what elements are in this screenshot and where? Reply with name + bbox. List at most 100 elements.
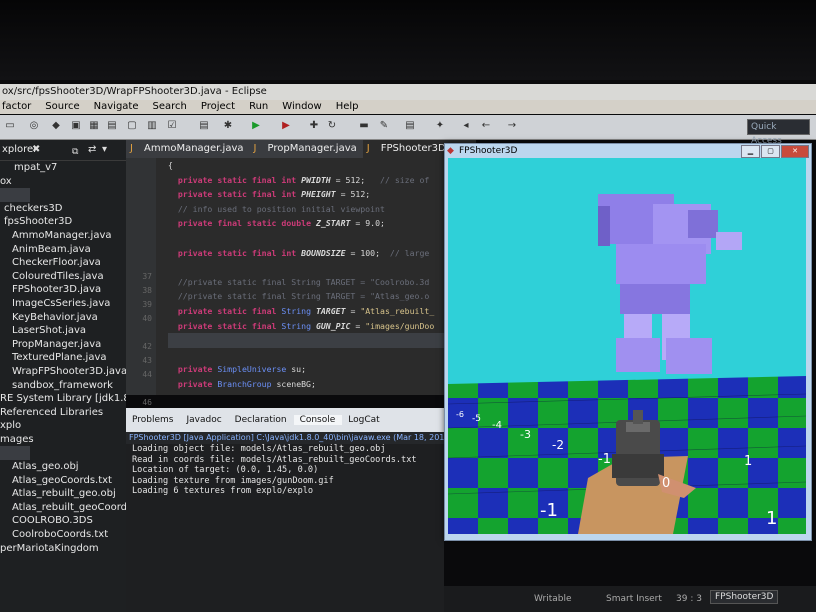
file-icon[interactable]: ▤: [198, 120, 210, 132]
tab-problems[interactable]: Problems: [126, 415, 180, 425]
menu-run[interactable]: Run: [249, 100, 268, 114]
code-line[interactable]: [168, 348, 444, 363]
explorer-item[interactable]: perMariotaKingdom: [0, 542, 126, 556]
explorer-item[interactable]: AmmoManager.java: [0, 229, 126, 243]
collapse-all-icon[interactable]: ⧉: [72, 142, 78, 162]
back-arrow-icon[interactable]: ←: [480, 120, 492, 132]
explorer-item[interactable]: xplo: [0, 419, 126, 433]
task-icon[interactable]: ☑: [166, 120, 178, 132]
floor-label: -3: [520, 428, 531, 441]
code-line[interactable]: private SimpleUniverse su;: [168, 362, 444, 377]
explorer-item[interactable]: mages: [0, 433, 126, 447]
external-tools-icon[interactable]: ▶: [280, 120, 292, 132]
save-icon[interactable]: ▭: [4, 120, 16, 132]
game-3d-canvas[interactable]: -6 -5 -4 -3 -2 -1 0 1 -1 1: [448, 158, 806, 534]
edit-icon[interactable]: ✎: [378, 120, 390, 132]
link-editor-icon[interactable]: ⇄: [88, 140, 96, 160]
open-folder-icon[interactable]: ▬: [358, 120, 370, 132]
tab-console[interactable]: Console: [293, 415, 343, 425]
device-icon[interactable]: ▥: [146, 120, 158, 132]
menu-project[interactable]: Project: [201, 100, 235, 114]
code-line[interactable]: // info used to position initial viewpoi…: [168, 202, 444, 217]
code-line[interactable]: private static final int BOUNDSIZE = 100…: [168, 246, 444, 261]
grid-icon[interactable]: ▦: [88, 120, 100, 132]
tab-logcat[interactable]: LogCat: [342, 415, 386, 425]
annotation-icon[interactable]: ✦: [434, 120, 446, 132]
code-line[interactable]: private static final String GUN_PIC = "i…: [168, 319, 444, 334]
sdk-icon[interactable]: ▣: [70, 120, 82, 132]
floor-label: 1: [744, 454, 753, 469]
explorer-tab[interactable]: xplorer ✖ ⧉ ⇄ ▾: [0, 140, 126, 161]
code-line[interactable]: private final static double Z_START = 9.…: [168, 216, 444, 231]
explorer-item[interactable]: Atlas_geo.obj: [0, 460, 126, 474]
quick-access-input[interactable]: Quick Access: [747, 119, 810, 146]
explorer-item[interactable]: FPShooter3D.java: [0, 283, 126, 297]
line-number-gutter: 373839404243444648: [126, 158, 156, 435]
settings-icon[interactable]: ◎: [28, 120, 40, 132]
explorer-item[interactable]: RE System Library [jdk1.8.0_40: [0, 392, 126, 406]
explorer-item[interactable]: Atlas_rebuilt_geoCoords.txt: [0, 501, 126, 515]
document-icon[interactable]: ▤: [404, 120, 416, 132]
explorer-item[interactable]: [0, 188, 30, 202]
code-line[interactable]: //private static final String TARGET = "…: [168, 289, 444, 304]
explorer-item[interactable]: KeyBehavior.java: [0, 311, 126, 325]
explorer-item[interactable]: TexturedPlane.java: [0, 351, 126, 365]
tab-javadoc[interactable]: Javadoc: [180, 415, 228, 425]
menu-navigate[interactable]: Navigate: [94, 100, 139, 114]
tab-ammomanager[interactable]: J AmmoManager.java: [126, 140, 250, 158]
menu-source[interactable]: Source: [45, 100, 79, 114]
menu-search[interactable]: Search: [153, 100, 187, 114]
run-icon[interactable]: ▶: [250, 120, 262, 132]
new-icon[interactable]: ▢: [126, 120, 138, 132]
explorer-item[interactable]: CheckerFloor.java: [0, 256, 126, 270]
explorer-item[interactable]: ColouredTiles.java: [0, 270, 126, 284]
back-icon[interactable]: ◂: [460, 120, 472, 132]
android-icon[interactable]: ◆: [50, 120, 62, 132]
new-class-icon[interactable]: ✚: [308, 120, 320, 132]
refresh-icon[interactable]: ↻: [326, 120, 338, 132]
explorer-item[interactable]: ox: [0, 175, 126, 189]
code-line[interactable]: [168, 231, 444, 246]
explorer-item[interactable]: ImageCsSeries.java: [0, 297, 126, 311]
close-icon[interactable]: ✕: [781, 145, 809, 158]
code-line[interactable]: [168, 260, 444, 275]
explorer-item[interactable]: WrapFPShooter3D.java: [0, 365, 126, 379]
debug-icon[interactable]: ✱: [222, 120, 234, 132]
taskbar-fpshooter3d[interactable]: FPShooter3D: [710, 590, 779, 604]
code-line[interactable]: private static final int PWIDTH = 512; /…: [168, 173, 444, 188]
package-icon[interactable]: ▤: [106, 120, 118, 132]
code-line[interactable]: {: [168, 158, 444, 173]
explorer-item[interactable]: fpsShooter3D: [0, 215, 126, 229]
menu-refactor[interactable]: factor: [2, 100, 31, 114]
forward-arrow-icon[interactable]: →: [506, 120, 518, 132]
tab-declaration[interactable]: Declaration: [229, 415, 294, 425]
code-line[interactable]: [168, 333, 444, 348]
explorer-item[interactable]: CoolroboCoords.txt: [0, 528, 126, 542]
explorer-item[interactable]: COOLROBO.3DS: [0, 514, 126, 528]
explorer-item[interactable]: Atlas_rebuilt_geo.obj: [0, 487, 126, 501]
explorer-item[interactable]: [0, 446, 30, 461]
explorer-item[interactable]: checkers3D: [0, 202, 126, 216]
code-text[interactable]: { private static final int PWIDTH = 512;…: [168, 158, 444, 395]
code-line[interactable]: private static final String TARGET = "At…: [168, 304, 444, 319]
explorer-item[interactable]: sandbox_framework: [0, 379, 126, 393]
close-icon[interactable]: ✖: [32, 140, 40, 160]
code-line[interactable]: private BranchGroup sceneBG;: [168, 377, 444, 392]
maximize-icon[interactable]: ▢: [761, 145, 780, 158]
explorer-item[interactable]: AnimBeam.java: [0, 243, 126, 257]
code-line[interactable]: //private static final String TARGET = "…: [168, 275, 444, 290]
explorer-item[interactable]: LaserShot.java: [0, 324, 126, 338]
game-window-titlebar[interactable]: ◆ FPShooter3D ▁ ▢ ✕: [445, 144, 811, 158]
monitor-bezel: [0, 0, 816, 80]
code-line[interactable]: private static final int PHEIGHT = 512;: [168, 187, 444, 202]
explorer-item[interactable]: mpat_v7: [0, 161, 126, 175]
code-line[interactable]: private BoundingSphere bounds; // for en…: [168, 392, 444, 396]
explorer-item[interactable]: PropManager.java: [0, 338, 126, 352]
explorer-item[interactable]: Referenced Libraries: [0, 406, 126, 420]
view-menu-icon[interactable]: ▾: [102, 140, 107, 160]
minimize-icon[interactable]: ▁: [741, 145, 760, 158]
tab-propmanager[interactable]: J PropManager.java: [250, 140, 363, 158]
explorer-item[interactable]: Atlas_geoCoords.txt: [0, 474, 126, 488]
menu-window[interactable]: Window: [282, 100, 321, 114]
menu-help[interactable]: Help: [336, 100, 359, 114]
